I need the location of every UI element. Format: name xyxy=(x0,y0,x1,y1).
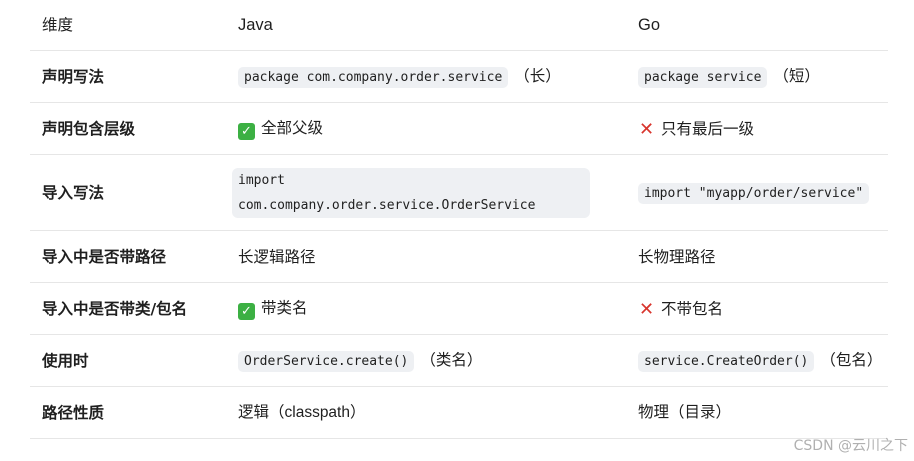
comparison-table: 维度 Java Go 声明写法 package com.company.orde… xyxy=(30,0,888,439)
cell-note: （长） xyxy=(514,66,561,85)
table-row: 导入写法 import com.company.order.service.Or… xyxy=(30,154,888,231)
row-label: 导入中是否带路径 xyxy=(30,230,226,283)
header-java: Java xyxy=(226,0,626,51)
cell-note: （包名） xyxy=(820,350,883,369)
code-snippet: import "myapp/order/service" xyxy=(638,182,870,204)
cell-text: 只有最后一级 xyxy=(661,119,755,138)
code-snippet: package com.company.order.service xyxy=(238,66,509,88)
java-cell: 逻辑（classpath） xyxy=(226,386,626,439)
code-snippet: package service xyxy=(638,66,768,88)
code-snippet: service.CreateOrder() xyxy=(638,350,815,372)
row-label: 声明写法 xyxy=(30,50,226,103)
row-label: 导入写法 xyxy=(30,154,226,231)
table-row: 导入中是否带类/包名 ✓ 带类名 ✕ 不带包名 xyxy=(30,282,888,335)
row-label: 路径性质 xyxy=(30,386,226,439)
go-cell: service.CreateOrder() （包名） xyxy=(626,334,888,387)
header-dimension: 维度 xyxy=(30,0,226,51)
table-row: 路径性质 逻辑（classpath） 物理（目录） xyxy=(30,386,888,439)
java-cell: import com.company.order.service.OrderSe… xyxy=(226,154,626,231)
go-cell: import "myapp/order/service" xyxy=(626,154,888,231)
code-snippet: import com.company.order.service.OrderSe… xyxy=(232,167,590,218)
table-row: 导入中是否带路径 长逻辑路径 长物理路径 xyxy=(30,230,888,283)
java-cell: ✓ 带类名 xyxy=(226,282,626,335)
table-header-row: 维度 Java Go xyxy=(30,0,888,51)
header-go: Go xyxy=(626,0,888,51)
cell-text: 全部父级 xyxy=(261,119,324,137)
go-cell: ✕ 只有最后一级 xyxy=(626,102,888,155)
code-snippet: OrderService.create() xyxy=(238,350,415,372)
row-label: 声明包含层级 xyxy=(30,102,226,155)
cross-mark-icon: ✕ xyxy=(638,118,655,140)
cell-text: 带类名 xyxy=(261,299,308,317)
cross-mark-icon: ✕ xyxy=(638,298,655,320)
java-cell: ✓ 全部父级 xyxy=(226,102,626,155)
check-mark-icon: ✓ xyxy=(238,303,255,320)
cell-note: （短） xyxy=(773,66,820,85)
watermark: CSDN @云川之下 xyxy=(793,438,908,454)
cell-note: （类名） xyxy=(420,350,483,369)
row-label: 导入中是否带类/包名 xyxy=(30,282,226,335)
go-cell: ✕ 不带包名 xyxy=(626,282,888,335)
java-cell: 长逻辑路径 xyxy=(226,230,626,283)
go-cell: package service （短） xyxy=(626,50,888,103)
table-row: 使用时 OrderService.create() （类名） service.Cr… xyxy=(30,334,888,387)
java-cell: OrderService.create() （类名） xyxy=(226,334,626,387)
row-label: 使用时 xyxy=(30,334,226,387)
cell-text: 不带包名 xyxy=(661,299,724,318)
table-row: 声明写法 package com.company.order.service （长… xyxy=(30,50,888,103)
go-cell: 长物理路径 xyxy=(626,230,888,283)
java-cell: package com.company.order.service （长） xyxy=(226,50,626,103)
table-row: 声明包含层级 ✓ 全部父级 ✕ 只有最后一级 xyxy=(30,102,888,155)
check-mark-icon: ✓ xyxy=(238,123,255,140)
go-cell: 物理（目录） xyxy=(626,386,888,439)
